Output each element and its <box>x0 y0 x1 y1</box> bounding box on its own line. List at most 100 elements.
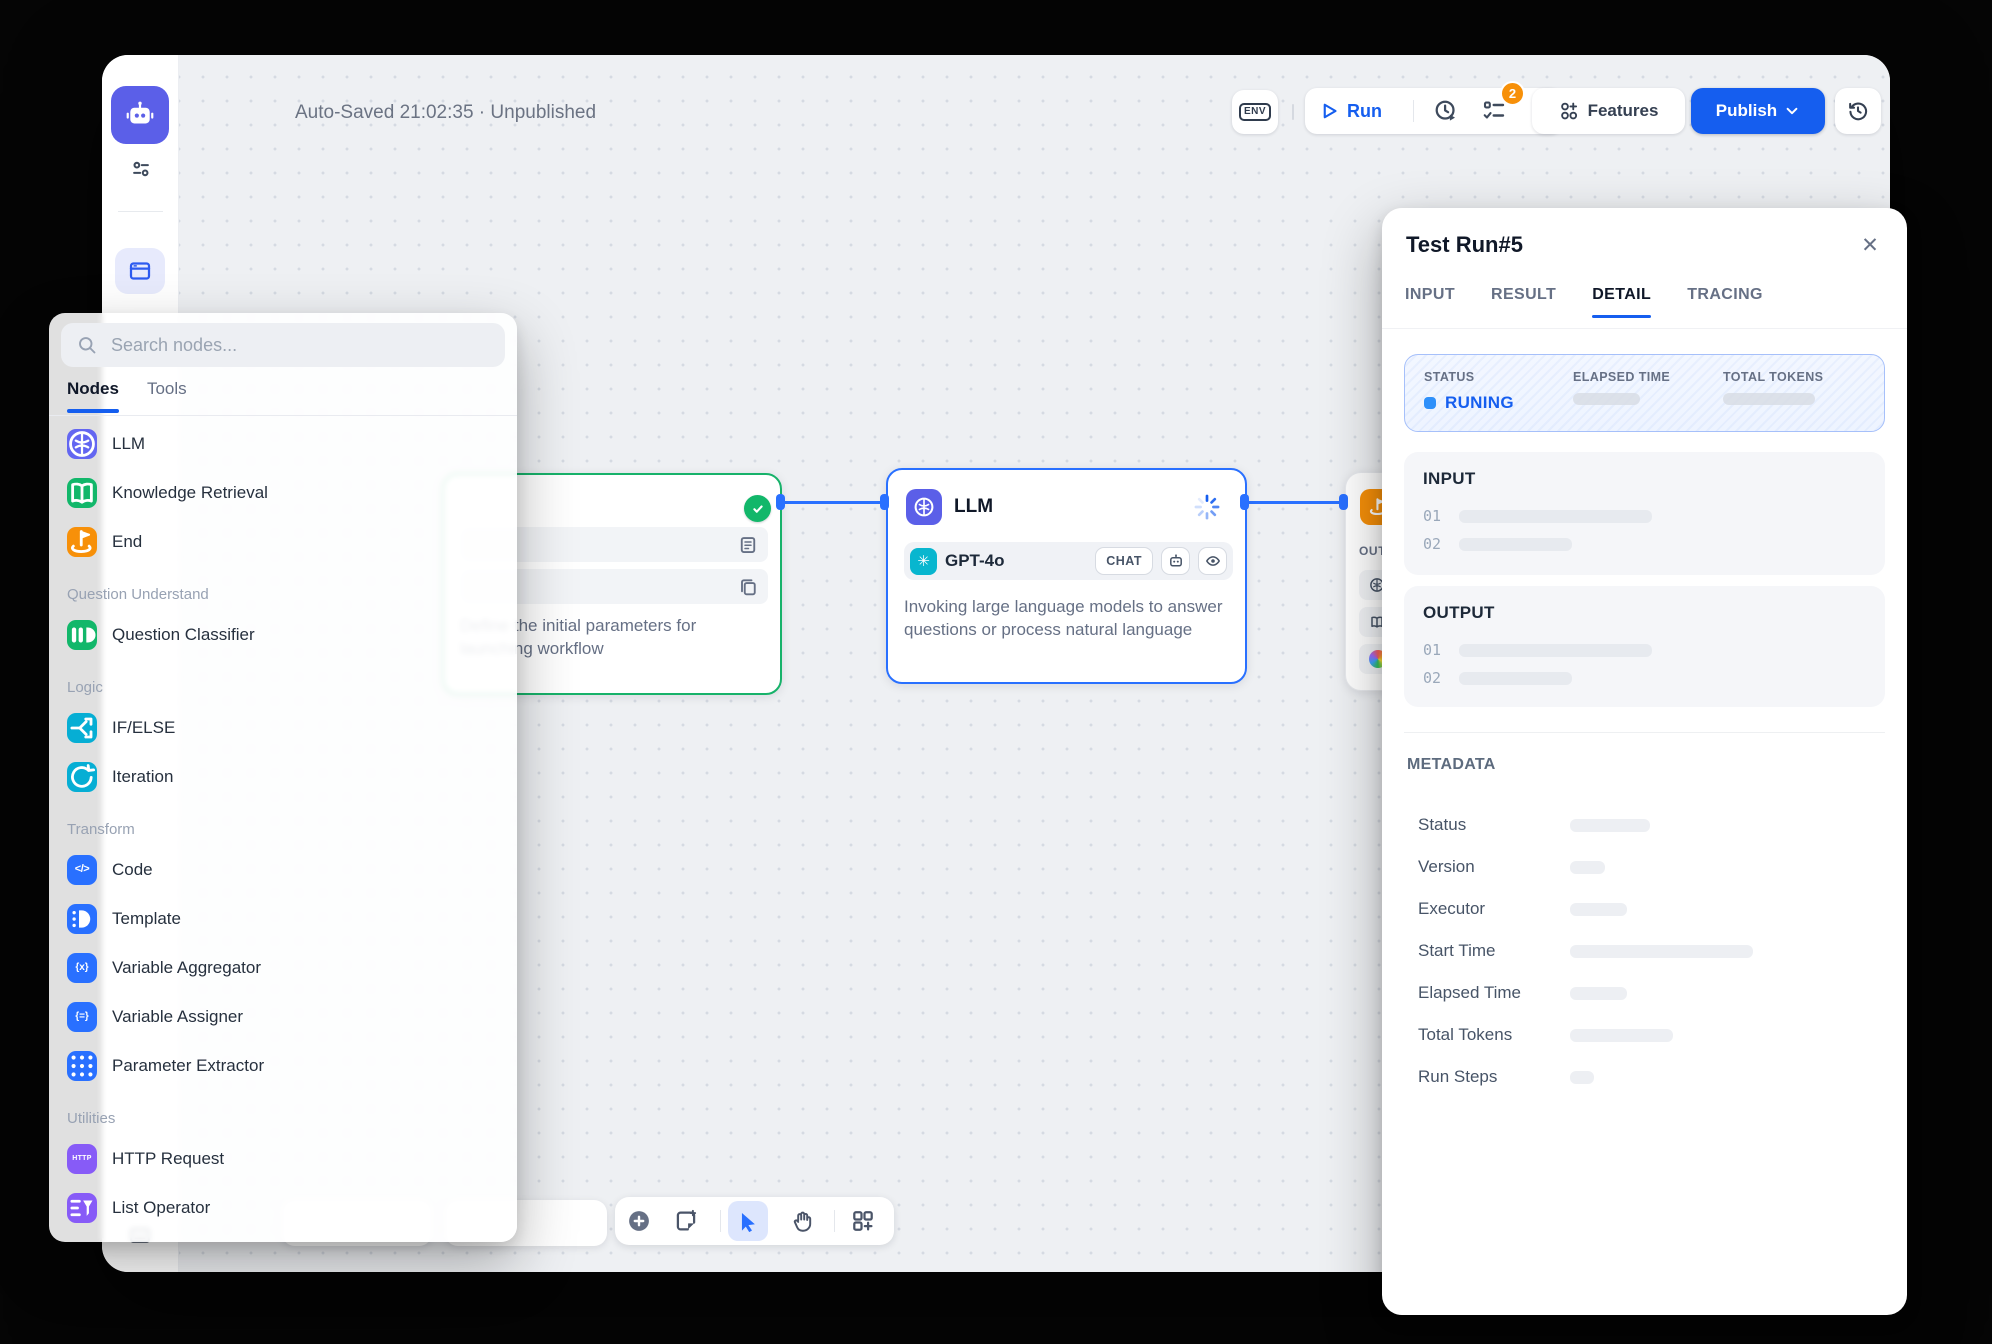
tab-input[interactable]: INPUT <box>1405 286 1455 318</box>
status-label: STATUS <box>1424 370 1514 384</box>
llm-node-output-handle[interactable] <box>1240 494 1249 510</box>
run-tabs-divider <box>1382 328 1907 329</box>
metadata-skeleton <box>1570 861 1605 874</box>
node-item-llm[interactable]: LLM <box>49 419 517 468</box>
tab-detail[interactable]: DETAIL <box>1592 286 1651 318</box>
metadata-label: Executor <box>1418 899 1570 919</box>
checklist-count-badge: 2 <box>1500 81 1525 106</box>
node-item-http-request[interactable]: HTTP HTTP Request <box>49 1134 517 1183</box>
knowledge-icon <box>67 478 97 508</box>
row-index: 01 <box>1423 507 1441 525</box>
node-item-label: Template <box>112 909 181 929</box>
node-item-if-else[interactable]: IF/ELSE <box>49 703 517 752</box>
run-panel-title: Test Run#5 <box>1406 232 1523 258</box>
llm-node[interactable]: LLM ✳ GPT-4o CHAT Invoking large languag… <box>886 468 1247 684</box>
node-item-label: Iteration <box>112 767 173 787</box>
node-item-label: Question Classifier <box>112 625 255 645</box>
publish-button[interactable]: Publish <box>1691 88 1825 134</box>
var-ass-icon: {=} <box>67 1002 97 1032</box>
node-item-label: Variable Aggregator <box>112 958 261 978</box>
edge-llm-to-end <box>1245 501 1347 504</box>
sidebar-divider <box>118 211 163 212</box>
node-section-header: Logic <box>49 659 517 703</box>
metadata-skeleton <box>1570 1071 1594 1084</box>
add-nodes-panel: NodesTools LLM Knowledge Retrieval EndQu… <box>49 313 517 1242</box>
add-node-button[interactable] <box>626 1208 652 1234</box>
http-icon: HTTP <box>67 1144 97 1174</box>
tab-nodes[interactable]: Nodes <box>67 379 119 411</box>
node-item-template[interactable]: Template <box>49 894 517 943</box>
model-selector[interactable]: ✳ GPT-4o CHAT <box>904 542 1233 580</box>
preferences-sliders-icon[interactable] <box>128 156 154 182</box>
value-skeleton <box>1459 644 1652 657</box>
end-flag-icon <box>67 527 97 557</box>
node-item-label: LLM <box>112 434 145 454</box>
iteration-icon <box>67 762 97 792</box>
pill-divider <box>1413 100 1414 122</box>
node-item-variable-aggregator[interactable]: {x} Variable Aggregator <box>49 943 517 992</box>
status-card: STATUS RUNING ELAPSED TIME TOTAL TOKENS <box>1404 354 1885 432</box>
output-card: OUTPUT 01 02 <box>1404 586 1885 707</box>
metadata-row: Version <box>1418 846 1883 888</box>
close-icon[interactable]: ✕ <box>1855 230 1885 260</box>
node-section-header: Question Understand <box>49 566 517 610</box>
input-card: INPUT 01 02 <box>1404 452 1885 575</box>
node-item-list-operator[interactable]: List Operator <box>49 1183 517 1232</box>
tabs-divider <box>49 415 517 416</box>
node-item-variable-assigner[interactable]: {=} Variable Assigner <box>49 992 517 1041</box>
end-node-input-handle[interactable] <box>1339 494 1348 510</box>
code-icon: </> <box>67 855 97 885</box>
metadata-label: Elapsed Time <box>1418 983 1570 1003</box>
features-button[interactable]: Features <box>1532 88 1685 134</box>
value-skeleton <box>1459 538 1572 551</box>
organize-nodes-button[interactable] <box>850 1208 876 1234</box>
copy-icon <box>738 577 758 597</box>
gpt-icon: ✳ <box>910 548 937 575</box>
agent-badge-icon <box>1161 547 1190 575</box>
node-item-code[interactable]: </> Code <box>49 845 517 894</box>
history-icon <box>1847 100 1869 122</box>
nodes-panel-tabs: Nodes Tools <box>67 379 187 411</box>
search-input[interactable] <box>109 334 489 357</box>
hand-mode-button[interactable] <box>790 1208 816 1234</box>
status-value: RUNING <box>1445 393 1514 413</box>
llm-icon <box>67 429 97 459</box>
run-history-icon[interactable] <box>1433 98 1459 124</box>
tokens-skeleton <box>1723 393 1815 405</box>
run-button[interactable]: Run <box>1319 88 1382 134</box>
add-note-button[interactable] <box>673 1208 699 1234</box>
workflow-window-icon[interactable] <box>115 248 165 294</box>
tab-result[interactable]: RESULT <box>1491 286 1556 318</box>
node-item-knowledge-retrieval[interactable]: Knowledge Retrieval <box>49 468 517 517</box>
run-panel-tabs: INPUT RESULT DETAIL TRACING <box>1405 286 1763 318</box>
version-history-button[interactable] <box>1835 88 1881 134</box>
metadata-label: Total Tokens <box>1418 1025 1570 1045</box>
node-section-header: Transform <box>49 801 517 845</box>
tab-tools[interactable]: Tools <box>147 379 187 411</box>
input-title: INPUT <box>1423 469 1476 489</box>
node-item-iteration[interactable]: Iteration <box>49 752 517 801</box>
llm-node-input-handle[interactable] <box>880 494 889 510</box>
start-node-output-handle[interactable] <box>776 494 785 510</box>
node-item-parameter-extractor[interactable]: Parameter Extractor <box>49 1041 517 1090</box>
toolbar-separator <box>1292 104 1294 120</box>
node-item-question-classifier[interactable]: Question Classifier <box>49 610 517 659</box>
metadata-divider <box>1404 732 1885 733</box>
llm-node-title: LLM <box>954 496 993 518</box>
node-item-end[interactable]: End <box>49 517 517 566</box>
metadata-row: Run Steps <box>1418 1056 1883 1098</box>
row-index: 02 <box>1423 669 1441 687</box>
search-box[interactable] <box>61 323 505 367</box>
app-logo-robot-icon[interactable] <box>111 86 169 144</box>
llm-node-description: Invoking large language models to answer… <box>904 596 1232 642</box>
metadata-label: Version <box>1418 857 1570 877</box>
value-skeleton <box>1459 510 1652 523</box>
pointer-mode-button[interactable] <box>728 1201 768 1241</box>
metadata-label: Run Steps <box>1418 1067 1570 1087</box>
model-name: GPT-4o <box>945 551 1087 571</box>
tab-tracing[interactable]: TRACING <box>1687 286 1763 318</box>
env-icon: ENV <box>1239 103 1271 121</box>
metadata-row: Executor <box>1418 888 1883 930</box>
search-icon <box>77 335 97 355</box>
env-button[interactable]: ENV <box>1232 90 1278 134</box>
